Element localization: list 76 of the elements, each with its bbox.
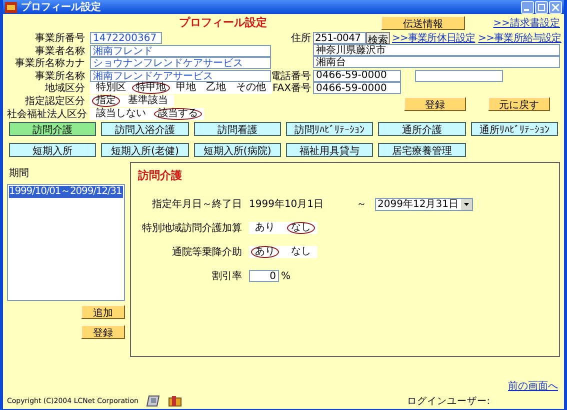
service-tab[interactable]: 短期入所(病院) [194,143,281,157]
radio-option[interactable]: あり [251,246,279,258]
window-title: プロフィール設定 [21,0,101,14]
transmit-button[interactable]: 伝送情報 [381,16,466,30]
maximize-icon [538,4,545,10]
fax-field[interactable]: 0466-59-0000 [313,82,401,94]
list-button[interactable]: 追加 [81,305,125,319]
postal-code-field[interactable]: 251-0047 [313,32,366,44]
radio-option[interactable]: 甲地 [172,82,200,94]
list-button[interactable]: 登録 [81,325,125,339]
close-button[interactable] [549,0,562,14]
percent-unit: % [281,270,291,282]
phone-field[interactable]: 0466-59-0000 [313,70,401,82]
text-field[interactable]: ショウナンフレンドケアサービス [90,57,271,69]
radio-option[interactable]: 特甲地 [132,82,170,94]
settings-link[interactable]: >>事業所給与設定 [478,31,562,45]
radio-option[interactable]: 指定 [92,95,120,107]
service-tab[interactable]: 訪問ﾘﾊﾋﾞﾘﾃｰｼｮﾝ [286,122,374,136]
settings-link[interactable]: >>事業所休日設定 [392,31,476,45]
address-field[interactable]: 湘南台 [313,56,560,68]
field-label: 指定年月日～終了日 [151,198,242,211]
minimize-button[interactable] [521,0,534,14]
service-tab[interactable]: 福祉用具貸与 [286,143,374,157]
action-button[interactable]: 登録 [404,96,466,110]
radio-option[interactable]: なし [287,246,315,258]
search-button[interactable]: 検索 [366,32,390,44]
start-date: 1999年10月1日 [249,198,324,211]
field-label: 指定認定区分 [24,94,85,108]
radio-option[interactable]: その他 [232,82,270,94]
text-field[interactable]: 湘南フレンド [90,44,271,56]
service-tab[interactable]: 通所ﾘﾊﾋﾞﾘﾃｰｼｮﾝ [470,122,558,136]
folder-icon[interactable] [168,395,182,407]
field-label: 特別地域訪問介護加算 [141,222,242,235]
service-tab[interactable]: 通所介護 [378,122,466,136]
login-user-label: ログインユーザー: [406,394,490,408]
radio-option[interactable]: 乙地 [202,82,230,94]
period-item[interactable]: 1999/10/01～2099/12/31 [9,186,123,198]
close-icon [552,4,559,10]
text-field[interactable]: 湘南フレンドケアサービス [90,70,271,82]
back-link[interactable]: 前の画面へ [508,379,558,393]
radio-option[interactable]: 該当しない [92,108,150,120]
text-field[interactable] [415,70,503,82]
field-label: 事業所名称カナ [14,56,85,70]
field-label: 電話番号 [271,70,311,82]
radio-option[interactable]: あり [251,222,279,234]
service-tab[interactable]: 居宅療養管理 [378,143,466,157]
maximize-button[interactable] [535,0,548,14]
service-tab[interactable]: 短期入所 [9,143,96,157]
field-label: 事業者名称 [34,44,85,58]
range-tilde: ～ [356,198,367,211]
panel-title: 訪問介護 [138,168,183,183]
field-label: 地域区分 [44,82,85,95]
field-label: 住所 [290,32,311,45]
app-icon [5,2,17,12]
action-button[interactable]: 元に戻す [488,96,550,110]
service-tab[interactable]: 訪問看護 [194,122,281,136]
caret-icon [461,198,472,210]
field-label: 通院等乗降介助 [171,246,242,259]
phone-icon[interactable] [146,395,160,407]
radio-option[interactable]: なし [287,222,315,234]
radio-option[interactable]: 特別区 [92,82,130,94]
radio-option[interactable]: 該当する [154,108,202,120]
field-label: FAX番号 [271,82,311,95]
billing-settings-link[interactable]: >>請求書設定 [493,16,560,30]
end-date-select[interactable]: 2099年12月31日 [374,198,474,210]
period-label: 期間 [9,166,30,180]
field-label: 割引率 [211,270,242,283]
field-label: 社会福祉法人区分 [7,108,85,121]
field-label: 事業所名称 [34,70,85,82]
service-tab[interactable]: 訪問介護 [9,122,96,136]
service-tab[interactable]: 訪問入浴介護 [101,122,189,136]
page-title: プロフィール設定 [179,15,267,30]
discount-field[interactable]: 0 [249,270,279,282]
field-label: 事業所番号 [34,32,85,45]
text-field[interactable]: 1472200367 [90,32,162,44]
service-tab[interactable]: 短期入所(老健) [101,143,189,157]
